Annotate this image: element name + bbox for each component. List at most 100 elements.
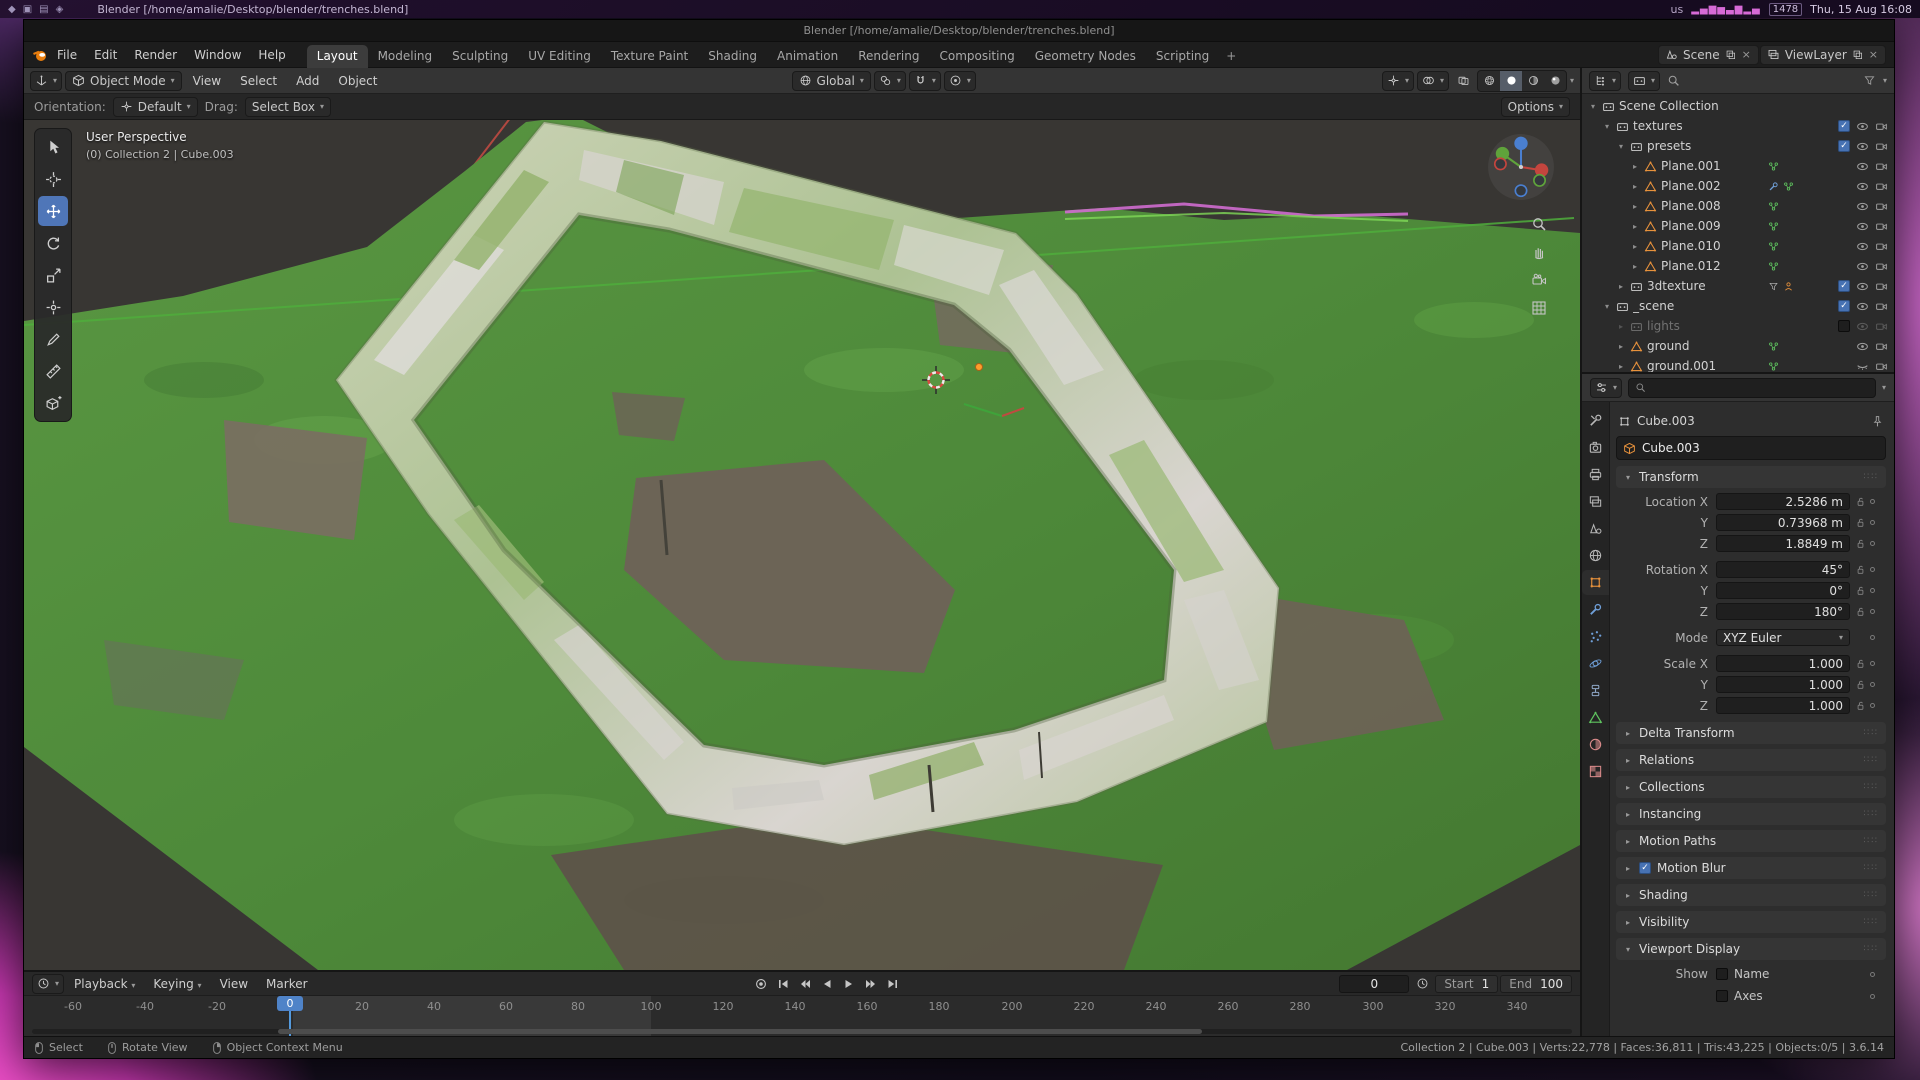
auto-keying-button[interactable] bbox=[751, 975, 771, 993]
pin-icon[interactable] bbox=[1871, 415, 1884, 428]
collection-exclude-checkbox[interactable] bbox=[1838, 320, 1850, 332]
app-icon[interactable]: ◆ bbox=[8, 4, 16, 15]
collections-panel[interactable]: ▸Collections∷∷ bbox=[1616, 776, 1886, 798]
disable-render-camera-icon[interactable] bbox=[1875, 160, 1888, 173]
disclosure-icon[interactable]: ▸ bbox=[1630, 182, 1640, 191]
timeline-editor-type[interactable]: ▾ bbox=[32, 974, 64, 994]
zoom-icon[interactable] bbox=[1531, 216, 1547, 232]
menu-edit[interactable]: Edit bbox=[86, 45, 125, 65]
disclosure-icon[interactable]: ▸ bbox=[1630, 202, 1640, 211]
transform-orientation-selector[interactable]: Global▾ bbox=[792, 71, 871, 91]
disclosure-icon[interactable]: ▸ bbox=[1630, 222, 1640, 231]
outliner-search-icon[interactable] bbox=[1667, 74, 1680, 87]
motion-blur-panel[interactable]: ▸ ✓ Motion Blur∷∷ bbox=[1616, 857, 1886, 879]
shading-rendered-button[interactable] bbox=[1544, 71, 1566, 91]
animate-dot[interactable] bbox=[1870, 567, 1875, 572]
relations-panel[interactable]: ▸Relations∷∷ bbox=[1616, 749, 1886, 771]
hide-viewport-eye-icon[interactable] bbox=[1856, 340, 1869, 353]
current-frame-field[interactable]: 0 bbox=[1339, 975, 1409, 993]
pivot-point-selector[interactable]: ▾ bbox=[874, 71, 906, 91]
lock-icon[interactable] bbox=[1855, 538, 1866, 549]
disable-render-camera-icon[interactable] bbox=[1875, 360, 1888, 373]
taskbar-app-icons[interactable]: ◆ ▣ ▤ ◈ bbox=[8, 4, 63, 15]
delta-transform-panel[interactable]: ▸Delta Transform∷∷ bbox=[1616, 722, 1886, 744]
shading-panel[interactable]: ▸Shading∷∷ bbox=[1616, 884, 1886, 906]
disclosure-icon[interactable]: ▸ bbox=[1616, 322, 1626, 331]
hide-viewport-eye-icon[interactable] bbox=[1856, 240, 1869, 253]
outliner-row-plane[interactable]: ▸ Plane.012 bbox=[1582, 256, 1894, 276]
disable-render-camera-icon[interactable] bbox=[1875, 320, 1888, 333]
3d-viewport[interactable]: User Perspective (0) Collection 2 | Cube… bbox=[24, 120, 1580, 970]
lock-icon[interactable] bbox=[1855, 700, 1866, 711]
disable-render-camera-icon[interactable] bbox=[1875, 120, 1888, 133]
lock-icon[interactable] bbox=[1855, 606, 1866, 617]
workspace-tab-modeling[interactable]: Modeling bbox=[368, 45, 443, 68]
frame-start-field[interactable]: Start1 bbox=[1435, 975, 1498, 993]
geometry-nodes-icon[interactable] bbox=[1768, 341, 1779, 352]
keyboard-layout-indicator[interactable]: us bbox=[1670, 3, 1683, 16]
disclosure-icon[interactable]: ▸ bbox=[1616, 282, 1626, 291]
menu-marker[interactable]: Marker bbox=[258, 974, 315, 994]
rotate-tool[interactable] bbox=[38, 228, 68, 258]
window-titlebar[interactable]: Blender [/home/amalie/Desktop/blender/tr… bbox=[24, 20, 1894, 42]
disable-render-camera-icon[interactable] bbox=[1875, 200, 1888, 213]
disclosure-icon[interactable]: ▸ bbox=[1616, 362, 1626, 371]
timeline-scroll-thumb[interactable] bbox=[278, 1029, 1202, 1034]
geometry-nodes-icon[interactable] bbox=[1783, 181, 1794, 192]
outliner-row-ground[interactable]: ▸ ground bbox=[1582, 336, 1894, 356]
animate-dot[interactable] bbox=[1870, 682, 1875, 687]
outliner-row-plane[interactable]: ▸ Plane.008 bbox=[1582, 196, 1894, 216]
transform-tool[interactable] bbox=[38, 292, 68, 322]
outliner-row-plane[interactable]: ▸ Plane.009 bbox=[1582, 216, 1894, 236]
filter-funnel-icon[interactable] bbox=[1863, 74, 1876, 87]
play-reverse-button[interactable] bbox=[817, 975, 837, 993]
outliner-row-scene-collection[interactable]: ▾ Scene Collection bbox=[1582, 96, 1894, 116]
disable-render-camera-icon[interactable] bbox=[1875, 220, 1888, 233]
rotation-y-field[interactable]: 0° bbox=[1716, 582, 1850, 599]
workspace-tab-animation[interactable]: Animation bbox=[767, 45, 848, 68]
select-box-tool[interactable] bbox=[38, 132, 68, 162]
hide-viewport-eye-icon[interactable] bbox=[1856, 300, 1869, 313]
workspace-tab-texture-paint[interactable]: Texture Paint bbox=[601, 45, 698, 68]
disable-render-camera-icon[interactable] bbox=[1875, 260, 1888, 273]
rotation-x-field[interactable]: 45° bbox=[1716, 561, 1850, 578]
properties-tab-particles[interactable] bbox=[1582, 624, 1609, 649]
outliner-row-lights[interactable]: ▸ lights bbox=[1582, 316, 1894, 336]
show-name-checkbox[interactable] bbox=[1716, 968, 1728, 980]
copy-view-layer-icon[interactable] bbox=[1852, 49, 1863, 60]
hide-viewport-eye-icon[interactable] bbox=[1856, 280, 1869, 293]
outliner-row-scene[interactable]: ▾ _scene ✓ bbox=[1582, 296, 1894, 316]
add-cube-tool[interactable] bbox=[38, 388, 68, 418]
menu-view[interactable]: View bbox=[185, 71, 229, 91]
collection-exclude-checkbox[interactable]: ✓ bbox=[1838, 140, 1850, 152]
app-icon[interactable]: ▣ bbox=[23, 4, 32, 15]
menu-select[interactable]: Select bbox=[232, 71, 285, 91]
outliner-row-plane[interactable]: ▸ Plane.010 bbox=[1582, 236, 1894, 256]
hide-viewport-eye-icon[interactable] bbox=[1856, 200, 1869, 213]
orientation-dropdown[interactable]: Default▾ bbox=[113, 97, 198, 117]
disable-render-camera-icon[interactable] bbox=[1875, 140, 1888, 153]
unlink-scene-icon[interactable]: × bbox=[1741, 48, 1752, 61]
instancing-panel[interactable]: ▸Instancing∷∷ bbox=[1616, 803, 1886, 825]
workspace-tab-scripting[interactable]: Scripting bbox=[1146, 45, 1219, 68]
disable-render-camera-icon[interactable] bbox=[1875, 340, 1888, 353]
taskbar-window-title[interactable]: Blender [/home/amalie/Desktop/blender/tr… bbox=[97, 3, 408, 16]
outliner-row-plane[interactable]: ▸ Plane.002 bbox=[1582, 176, 1894, 196]
properties-tab-tool[interactable] bbox=[1582, 408, 1609, 433]
filter-dropdown-icon[interactable]: ▾ bbox=[1883, 77, 1887, 85]
animate-dot[interactable] bbox=[1870, 541, 1875, 546]
collection-exclude-checkbox[interactable]: ✓ bbox=[1838, 120, 1850, 132]
viewport-display-panel[interactable]: ▾Viewport Display∷∷ bbox=[1616, 938, 1886, 960]
disclosure-icon[interactable]: ▸ bbox=[1630, 162, 1640, 171]
editor-type-selector[interactable]: ▾ bbox=[30, 71, 62, 91]
playhead-label[interactable]: 0 bbox=[277, 996, 303, 1011]
rotation-z-field[interactable]: 180° bbox=[1716, 603, 1850, 620]
hide-viewport-eye-icon[interactable] bbox=[1856, 160, 1869, 173]
next-keyframe-button[interactable] bbox=[861, 975, 881, 993]
outliner-row-3dtexture[interactable]: ▸ 3dtexture ✓ bbox=[1582, 276, 1894, 296]
lock-icon[interactable] bbox=[1855, 658, 1866, 669]
visibility-panel[interactable]: ▸Visibility∷∷ bbox=[1616, 911, 1886, 933]
animate-dot[interactable] bbox=[1870, 661, 1875, 666]
measure-tool[interactable] bbox=[38, 356, 68, 386]
panel-drag-grip[interactable]: ∷∷ bbox=[1864, 472, 1879, 482]
